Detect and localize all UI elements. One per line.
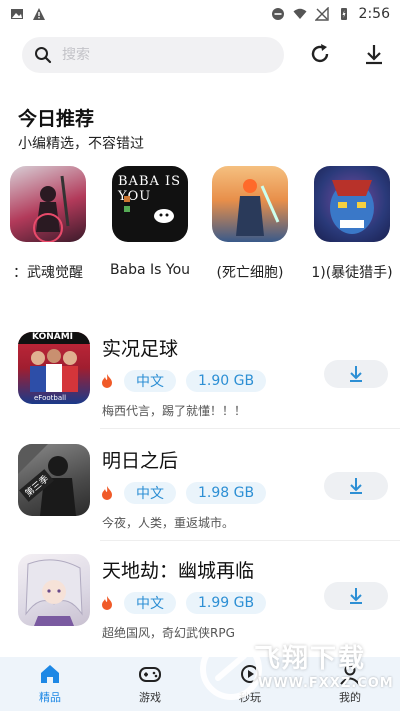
size-tag: 1.98 GB [186,482,267,504]
download-icon [350,366,362,382]
divider [100,540,400,541]
game-icon: KONAMI eFootball [18,332,90,404]
recommend-label: (死亡细胞) [216,265,284,281]
do-not-disturb-icon [271,8,284,20]
refresh-icon [311,44,329,63]
recommend-item[interactable]: ：武魂觉醒 [2,162,94,288]
game-name: 明日之后 [102,450,179,472]
game-description: 梅西代言，踢了就懂！！！ [102,404,247,418]
game-list-item[interactable]: 第三季 明日之后 中文 1.98 GB 今夜，人类，重返城市。 [0,436,400,544]
hot-fire-icon [102,374,112,388]
game-icon [10,166,86,242]
watermark-title: 飞翔下载 [254,644,367,674]
download-icon [366,45,382,65]
no-signal-icon [314,7,329,21]
game-icon [18,554,90,626]
recommend-label: Baba Is You [109,262,191,278]
size-tag: 1.90 GB [186,370,267,392]
downloads-button[interactable] [360,40,388,68]
divider [100,428,400,429]
game-description: 今夜，人类，重返城市。 [102,516,235,530]
status-bar: 2:56 [0,0,400,28]
search-box[interactable] [22,37,284,73]
nav-label: 精品 [39,691,61,704]
search-icon [35,47,52,64]
recommend-label: ：武魂觉醒 [13,265,83,281]
search-input[interactable] [62,47,262,63]
game-icon: 第三季 [18,444,90,516]
game-tags: 中文 1.98 GB [100,482,267,504]
download-icon [350,478,362,494]
language-tag: 中文 [124,482,176,504]
recommend-carousel[interactable]: ：武魂觉醒 BABA IS YOU Baba Is You (死亡细胞) 1)(… [0,162,400,292]
download-icon [350,588,362,604]
language-tag: 中文 [124,592,176,614]
game-name: 天地劫：幽城再临 [102,560,255,582]
download-button[interactable] [324,472,388,500]
refresh-button[interactable] [306,40,334,68]
game-list-item[interactable]: KONAMI eFootball 实况足球 中文 1.90 GB 梅西代言，踢了… [0,324,400,432]
hot-fire-icon [102,486,112,500]
section-subtitle: 小编精选，不容错过 [18,136,144,152]
game-icon [314,166,390,242]
download-button[interactable] [324,360,388,388]
icon-subtitle: eFootball [34,394,67,402]
download-button[interactable] [324,582,388,610]
game-tags: 中文 1.90 GB [100,370,267,392]
game-icon [212,166,288,242]
nav-tab-featured[interactable]: 精品 [0,657,100,711]
game-tags: 中文 1.99 GB [100,592,267,614]
nav-tab-games[interactable]: 游戏 [100,657,200,711]
watermark-url: WWW.FXXZ.COM [258,676,394,691]
recommend-item[interactable]: BABA IS YOU Baba Is You [104,162,196,288]
section-title: 今日推荐 [18,108,95,130]
nav-label: 游戏 [139,691,161,704]
game-name: 实况足球 [102,338,179,360]
watermark: 飞翔下载 WWW.FXXZ.COM [196,632,396,708]
language-tag: 中文 [124,370,176,392]
warning-icon [33,8,45,20]
status-time: 2:56 [358,6,390,22]
battery-charging-icon [340,8,347,20]
gamepad-icon [139,667,161,682]
recommend-item[interactable]: (死亡细胞) [204,162,296,288]
home-icon [41,665,59,683]
recommend-label: 1)(暴徒猎手) [311,265,393,281]
wifi-icon [293,8,307,19]
size-tag: 1.99 GB [186,592,267,614]
search-row [22,36,382,74]
game-icon: BABA IS YOU [112,166,188,242]
recommend-item[interactable]: 1)(暴徒猎手) [306,162,398,288]
image-notification-icon [11,9,23,19]
hot-fire-icon [102,596,112,610]
